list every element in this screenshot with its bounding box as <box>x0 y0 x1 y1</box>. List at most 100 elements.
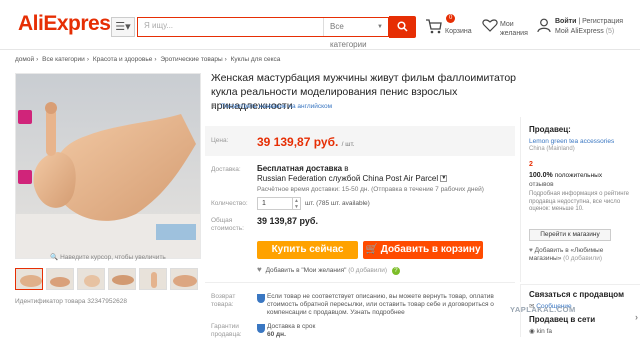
fav-store-count: (0 добавили) <box>563 255 603 262</box>
thumbnail[interactable] <box>139 268 167 290</box>
account-menu[interactable]: Войти | Регистрация Мой AliExpress (5) <box>537 14 637 40</box>
add-favorite-store-link[interactable]: ♥ Добавить в «Любимые магазины» (0 добав… <box>529 247 637 263</box>
zoom-hint-text: Наведите курсор, чтобы увеличить <box>60 254 166 261</box>
breadcrumb-beauty-health[interactable]: Красота и здоровье <box>93 56 153 63</box>
breadcrumb-erotic[interactable]: Эротические товары <box>160 56 222 63</box>
cart-link[interactable]: 0 Корзина <box>425 14 475 40</box>
seller-contact-user[interactable]: ◉ kin fa <box>529 327 552 335</box>
product-id: Идентификатор товара 32347952628 <box>15 298 127 305</box>
seller-positive: 100.0% положительных <box>529 172 602 179</box>
seller-panel: Продавец: Lemon green tea accessories Ch… <box>520 117 640 282</box>
total-value: 39 139,87 руб. <box>257 216 318 226</box>
search-placeholder: Я ищу... <box>144 21 174 30</box>
search-icon: 🔍 <box>50 254 59 261</box>
total-row: Общая стоимость: 39 139,87 руб. <box>211 215 511 237</box>
search-input[interactable]: Я ищу... Все категории ▼ <box>137 17 389 49</box>
globe-icon: ⊕ <box>211 103 217 110</box>
thumbnail[interactable] <box>170 268 198 290</box>
price-unit: / шт. <box>341 141 355 148</box>
product-main-image[interactable] <box>15 73 201 259</box>
go-to-store-button[interactable]: Перейти к магазину <box>529 229 611 241</box>
seller-positive-pct: 100.0% <box>529 172 553 179</box>
chevron-down-icon[interactable]: ▼ <box>440 175 448 183</box>
breadcrumb: домой › Все категории › Красота и здоровье… <box>15 56 282 63</box>
total-label: Общая стоимость: <box>211 217 244 232</box>
price-value: 39 139,87 руб. / шт. <box>257 135 355 149</box>
breadcrumb-separator: › <box>86 56 89 63</box>
thumbnail-strip <box>15 268 201 290</box>
categories-menu-button[interactable]: ☰▾ <box>111 17 135 37</box>
return-policy-text: Если товар не соответствует описанию, вы… <box>267 293 494 316</box>
breadcrumb-separator: › <box>36 56 39 63</box>
menu-icon: ☰▾ <box>115 21 131 33</box>
quantity-label: Количество: <box>211 200 248 207</box>
add-to-wishlist-link[interactable]: ♥ Добавить в "Мои желания" (0 добавили) … <box>257 265 400 275</box>
top-bar: AliExpress ☰▾ Я ищу... Все категории ▼ 0… <box>0 0 640 50</box>
breadcrumb-separator: › <box>154 56 157 63</box>
thumbnail[interactable] <box>15 268 43 290</box>
seller-name-link[interactable]: Lemon green tea accessories <box>529 138 614 145</box>
login-links: Войти | Регистрация <box>555 18 624 25</box>
wishlist-link[interactable]: Мои желания <box>482 14 532 40</box>
quantity-input[interactable]: 1 <box>257 197 293 210</box>
shipping-carrier[interactable]: Russian Federation службой China Post Ai… <box>257 174 438 183</box>
seller-positive-label2: отзывов <box>529 181 554 188</box>
shipping-to: в <box>344 164 349 173</box>
buy-now-button[interactable]: Купить сейчас <box>257 241 358 259</box>
shipping-label: Доставка: <box>211 166 241 173</box>
search-category-value: Все категории <box>330 22 367 49</box>
my-account-link[interactable]: Мой AliExpress (5) <box>555 28 614 35</box>
register-link[interactable]: Регистрация <box>582 18 623 25</box>
breadcrumb-dolls[interactable]: Куклы для секса <box>231 56 281 63</box>
cart-plus-icon: 🛒 <box>365 244 378 255</box>
shield-icon <box>257 294 265 303</box>
wishlist-count: (0 добавили) <box>348 267 388 274</box>
price-box: Цена: 39 139,87 руб. / шт. <box>205 126 515 156</box>
wishlist-text: Добавить в "Мои желания" <box>265 267 347 274</box>
chevron-down-icon[interactable]: ▼ <box>294 204 299 210</box>
search-category-select[interactable]: Все категории ▼ <box>323 18 388 49</box>
thumbnail[interactable] <box>77 268 105 290</box>
cart-label: Корзина <box>445 28 472 35</box>
return-policy-row: Возврат товара: Если товар не соответств… <box>211 293 511 321</box>
quantity-stepper[interactable]: ▲ ▼ <box>293 197 301 210</box>
shipping-info: Бесплатная доставка в Russian Federation… <box>257 164 484 195</box>
thumbnail[interactable] <box>108 268 136 290</box>
seller-level: 2 <box>529 161 533 168</box>
login-link[interactable]: Войти <box>555 18 576 25</box>
quantity-row: Количество: 1 ▲ ▼ шт. (785 шт. available) <box>211 197 511 211</box>
seller-rating-info: Подробная информация о рейтинге продавца… <box>529 191 629 212</box>
help-icon[interactable]: ? <box>391 267 400 275</box>
translate-title-link[interactable]: ⊕ Посмотреть название на английском <box>211 103 333 110</box>
seller-guarantee-row: Гарантии продавца: Доставка в срок 60 дн… <box>211 323 511 338</box>
search-button[interactable] <box>389 16 416 38</box>
cart-icon <box>426 19 442 34</box>
watermark: YAPLAKAL.COM <box>510 305 576 314</box>
zoom-hint: 🔍 Наведите курсор, чтобы увеличить <box>15 253 201 261</box>
heart-icon: ♥ <box>529 247 533 254</box>
breadcrumb-separator: › <box>224 56 227 63</box>
seller-header: Продавец: <box>529 125 571 134</box>
add-to-cart-button[interactable]: 🛒 Добавить в корзину <box>363 241 483 259</box>
my-account-label: Мой AliExpress <box>555 28 604 35</box>
user-icon: ◉ <box>529 328 535 335</box>
cart-count-badge: 0 <box>446 14 456 23</box>
contact-header: Связаться с продавцом <box>529 290 624 299</box>
chevron-down-icon: ▼ <box>377 24 383 30</box>
shield-icon <box>257 324 265 333</box>
seller-online-label: Продавец в сети <box>529 315 596 324</box>
translate-link-label: Посмотреть название на английском <box>221 103 333 110</box>
quantity-available: шт. (785 шт. available) <box>305 200 370 207</box>
return-label: Возврат товара: <box>211 293 236 308</box>
thumbnail[interactable] <box>46 268 74 290</box>
breadcrumb-home[interactable]: домой <box>15 56 34 63</box>
aliexpress-logo[interactable]: AliExpress <box>18 12 122 36</box>
heart-icon <box>482 19 498 32</box>
chevron-right-icon[interactable]: › <box>635 312 638 322</box>
breadcrumb-all-categories[interactable]: Все категории <box>42 56 85 63</box>
price-label: Цена: <box>211 137 229 144</box>
wishlist-label: Мои желания <box>500 21 528 37</box>
divider <box>205 282 515 283</box>
free-shipping: Бесплатная доставка <box>257 164 343 173</box>
seller-positive-label: положительных <box>554 172 603 179</box>
